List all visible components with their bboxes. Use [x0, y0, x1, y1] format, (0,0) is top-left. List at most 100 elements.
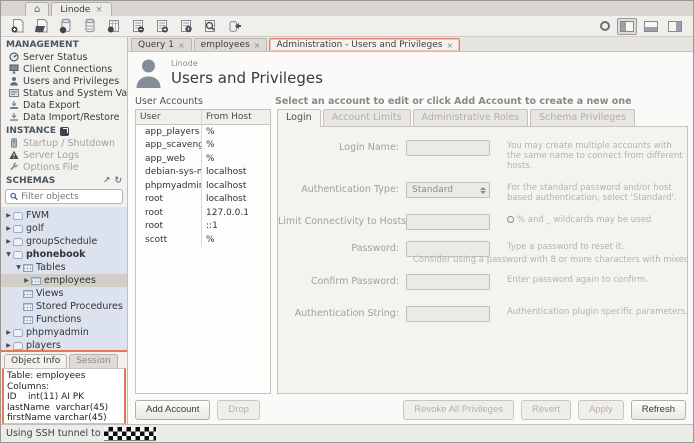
- schema-icon: [13, 329, 23, 337]
- refresh-button[interactable]: Refresh: [631, 400, 686, 420]
- schema-filter-input[interactable]: [21, 192, 118, 202]
- schema-tree-item-stored-procedures[interactable]: Stored Procedures: [1, 300, 127, 313]
- chevron-down-icon[interactable]: ▼: [14, 264, 23, 271]
- tab-login[interactable]: Login: [277, 109, 321, 127]
- connection-name: Linode: [171, 59, 323, 68]
- create-function-icon[interactable]: [153, 18, 170, 34]
- tab-administrative-roles[interactable]: Administrative Roles: [413, 109, 529, 126]
- close-icon[interactable]: ×: [178, 41, 185, 50]
- sidebar-item-server-logs[interactable]: Server Logs: [1, 149, 127, 161]
- toggle-secondary-sidebar-button[interactable]: [665, 18, 685, 35]
- table-row[interactable]: root::1: [136, 220, 270, 234]
- sidebar-item-data-import[interactable]: Data Import/Restore: [1, 111, 127, 123]
- open-sql-script-icon[interactable]: [33, 18, 50, 34]
- panel-toggle-group: [617, 18, 685, 35]
- schema-tree-item-views[interactable]: Views: [1, 287, 127, 300]
- table-row[interactable]: rootlocalhost: [136, 193, 270, 207]
- table-row[interactable]: app_players%: [136, 125, 270, 139]
- table-row[interactable]: app_scavenger%: [136, 139, 270, 153]
- chevron-right-icon[interactable]: ▶: [4, 212, 13, 219]
- schema-tree-item-players[interactable]: ▶players: [1, 339, 127, 352]
- auth-string-hint: Authentication plugin specific parameter…: [507, 307, 687, 317]
- table-row[interactable]: debian-sys-maintlocalhost: [136, 166, 270, 180]
- auth-string-input[interactable]: [406, 306, 490, 322]
- create-table-icon[interactable]: [81, 18, 98, 34]
- drop-button[interactable]: Drop: [217, 400, 260, 420]
- column-header-from-host[interactable]: From Host: [202, 110, 270, 124]
- sidebar-item-data-export[interactable]: Data Export: [1, 99, 127, 111]
- reconnect-dbms-icon[interactable]: [225, 18, 242, 34]
- management-section-header: MANAGEMENT: [1, 37, 127, 51]
- create-stored-procedure-icon[interactable]: [129, 18, 146, 34]
- close-icon[interactable]: ×: [95, 5, 103, 15]
- auth-type-select[interactable]: Standard: [406, 182, 490, 198]
- confirm-password-row: Confirm Password: Enter password again t…: [278, 274, 687, 290]
- confirm-password-input[interactable]: [406, 274, 490, 290]
- user-accounts-label: User Accounts: [135, 96, 275, 107]
- section-labels: User Accounts Select an account to edit …: [135, 96, 688, 107]
- tab-schema-privileges[interactable]: Schema Privileges: [530, 109, 635, 126]
- schema-icon: [13, 342, 23, 350]
- login-name-input[interactable]: [406, 140, 490, 156]
- schema-tree-item-golf[interactable]: ▶golf: [1, 222, 127, 235]
- power-icon: [8, 138, 19, 148]
- tab-administration-users-privileges[interactable]: Administration - Users and Privileges ×: [269, 38, 460, 51]
- chevron-right-icon[interactable]: ▶: [4, 342, 13, 349]
- revert-button[interactable]: Revert: [521, 400, 571, 420]
- schema-tree-item-groupschedule[interactable]: ▶groupSchedule: [1, 235, 127, 248]
- login-name-label: Login Name:: [278, 142, 406, 153]
- column-header-user[interactable]: User: [136, 110, 202, 124]
- sidebar-item-startup-shutdown[interactable]: Startup / Shutdown: [1, 137, 127, 149]
- chevron-right-icon[interactable]: ▶: [4, 329, 13, 336]
- auth-string-row: Authentication String: Authentication pl…: [278, 306, 687, 322]
- table-row[interactable]: app_web%: [136, 152, 270, 166]
- schema-tree-item-fwm[interactable]: ▶FWM: [1, 209, 127, 222]
- stepper-icon: [480, 187, 486, 194]
- table-row[interactable]: scott%: [136, 233, 270, 247]
- refresh-schemas-icon[interactable]: ↻: [114, 176, 122, 186]
- window-tab-bar: ⌂ Linode ×: [1, 1, 693, 16]
- auth-type-row: Authentication Type: Standard For the st…: [278, 182, 687, 203]
- schema-filter[interactable]: [5, 189, 123, 204]
- table-row[interactable]: root127.0.0.1: [136, 206, 270, 220]
- close-icon[interactable]: ×: [446, 41, 453, 50]
- create-view-icon[interactable]: [105, 18, 122, 34]
- table-row[interactable]: phpmyadminlocalhost: [136, 179, 270, 193]
- expand-schemas-icon[interactable]: ↗: [103, 176, 111, 186]
- login-name-row: Login Name: You may create multiple acco…: [278, 140, 687, 171]
- tab-employees[interactable]: employees ×: [194, 38, 268, 51]
- new-sql-tab-icon[interactable]: [9, 18, 26, 34]
- revoke-all-privileges-button[interactable]: Revoke All Privileges: [403, 400, 514, 420]
- sidebar-item-client-connections[interactable]: Client Connections: [1, 63, 127, 75]
- sidebar-item-users-privileges[interactable]: Users and Privileges: [1, 75, 127, 87]
- create-schema-icon[interactable]: [57, 18, 74, 34]
- home-tab[interactable]: ⌂: [25, 2, 49, 16]
- chevron-right-icon[interactable]: ▶: [4, 238, 13, 245]
- limit-hosts-input[interactable]: [406, 214, 490, 230]
- sidebar-item-server-status[interactable]: Server Status: [1, 51, 127, 63]
- search-table-data-icon[interactable]: [201, 18, 218, 34]
- sidebar-item-options-file[interactable]: Options File: [1, 161, 127, 173]
- chevron-right-icon[interactable]: ▶: [22, 277, 31, 284]
- tab-account-limits[interactable]: Account Limits: [323, 109, 411, 126]
- tab-session[interactable]: Session: [69, 354, 117, 368]
- schema-tree-item-tables[interactable]: ▼Tables: [1, 261, 127, 274]
- sidebar-item-status-system-variables[interactable]: Status and System Variables: [1, 87, 127, 99]
- apply-button[interactable]: Apply: [578, 400, 624, 420]
- chevron-right-icon[interactable]: ▶: [4, 225, 13, 232]
- create-trigger-icon[interactable]: [177, 18, 194, 34]
- schema-tree-item-functions[interactable]: Functions: [1, 313, 127, 326]
- chevron-down-icon[interactable]: ▼: [4, 251, 13, 258]
- table-icon: [31, 277, 41, 285]
- schema-tree-item-employees[interactable]: ▶employees: [1, 274, 127, 287]
- page-title: Users and Privileges: [171, 69, 323, 87]
- add-account-button[interactable]: Add Account: [135, 400, 210, 420]
- toggle-output-area-button[interactable]: [641, 18, 661, 35]
- connection-tab[interactable]: Linode ×: [51, 2, 112, 16]
- schema-tree-item-phpmyadmin[interactable]: ▶phpmyadmin: [1, 326, 127, 339]
- tab-query1[interactable]: Query 1 ×: [131, 38, 192, 51]
- toggle-left-sidebar-button[interactable]: [617, 18, 637, 35]
- tab-object-info[interactable]: Object Info: [4, 354, 67, 368]
- schema-tree-item-phonebook[interactable]: ▼phonebook: [1, 248, 127, 261]
- close-icon[interactable]: ×: [254, 41, 261, 50]
